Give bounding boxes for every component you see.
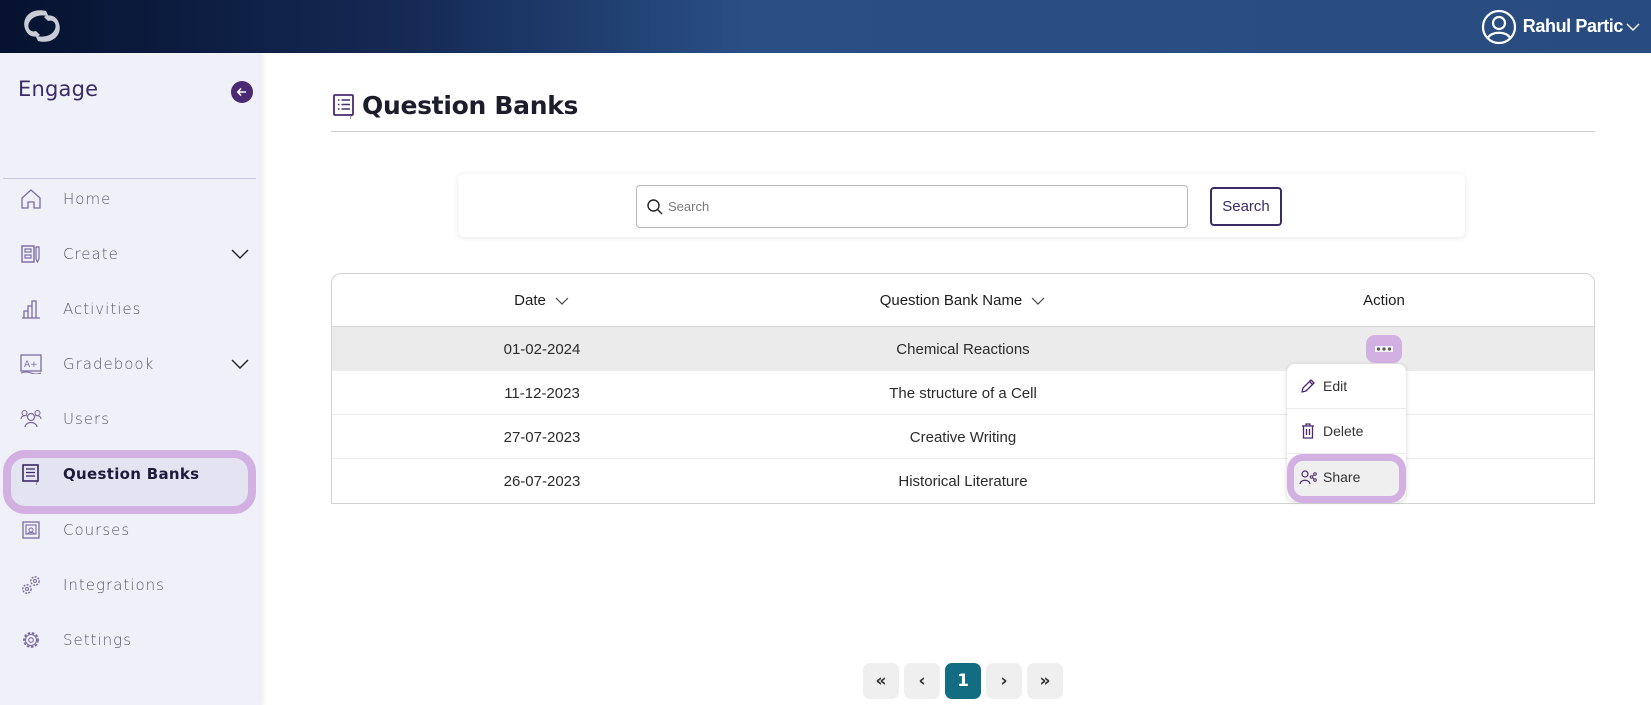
search-panel: Search [458,174,1465,237]
arrow-left-icon [236,87,246,97]
column-header-action: Action [1363,292,1405,309]
page-title: ? Question Banks [332,91,578,120]
gear-icon [19,628,43,652]
next-page-button[interactable]: › [986,663,1022,699]
sidebar-brand: Engage [18,77,99,101]
last-page-button[interactable]: » [1027,663,1063,699]
collapse-sidebar-button[interactable] [231,81,253,103]
menu-item-share[interactable]: Share [1287,453,1406,503]
search-icon [647,198,663,214]
app-logo[interactable] [16,5,68,47]
courses-icon [19,518,43,542]
column-header-date[interactable]: Date [332,274,752,327]
table-header: Date Question Bank Name Action [332,274,1594,327]
chevron-down-icon[interactable] [229,243,251,265]
sidebar-item-home[interactable]: Home [0,177,262,221]
search-field[interactable] [636,185,1188,228]
row-actions-button[interactable] [1366,335,1402,363]
create-icon [19,242,43,266]
cell-date: 27-07-2023 [503,428,581,446]
question-list-icon: ? [333,93,354,119]
share-users-icon [1299,470,1317,485]
menu-item-edit[interactable]: Edit [1287,364,1406,408]
chevron-down-icon[interactable] [229,353,251,375]
user-menu[interactable]: Rahul Partic [1481,0,1651,53]
sidebar-item-integrations[interactable]: Integrations [0,563,262,607]
page-1-button[interactable]: 1 [945,663,981,699]
user-name: Rahul Partic [1522,16,1624,36]
bar-chart-icon [19,297,43,321]
trash-icon [1302,423,1314,439]
sidebar-item-create[interactable]: Create [0,232,262,276]
sidebar-item-question-banks[interactable]: ? Question Banks [0,450,262,514]
gears-icon [19,573,43,597]
menu-item-delete[interactable]: Delete [1287,409,1406,453]
title-divider [331,131,1595,132]
svg-text:A+: A+ [24,360,38,370]
cell-date: 11-12-2023 [504,384,580,402]
cell-name: Historical Literature [898,472,1028,490]
home-icon [19,187,43,211]
sidebar-item-activities[interactable]: Activities [0,287,262,331]
sidebar: Engage Home Create Activities A+ Gradebo… [0,53,262,705]
more-horizontal-icon [1375,346,1393,352]
first-page-button[interactable]: « [863,663,899,699]
cell-date: 01-02-2024 [503,340,581,358]
svg-text:?: ? [35,480,38,485]
cell-name: The structure of a Cell [889,384,1037,402]
cell-date: 26-07-2023 [503,472,581,490]
prev-page-button[interactable]: ‹ [904,663,940,699]
cell-name: Chemical Reactions [896,340,1030,358]
chevron-down-icon [1626,23,1640,31]
top-bar: Rahul Partic [0,0,1651,53]
column-header-name[interactable]: Question Bank Name [752,274,1174,327]
sort-chevron-icon[interactable] [1030,293,1046,309]
sidebar-item-users[interactable]: Users [0,397,262,441]
search-button[interactable]: Search [1210,187,1282,226]
sort-chevron-icon[interactable] [554,293,570,309]
pencil-icon [1301,379,1315,393]
sidebar-item-gradebook[interactable]: A+ Gradebook [0,342,262,386]
search-input[interactable] [668,199,1168,214]
main-content: ? Question Banks Search Date Question Ba… [262,53,1651,705]
pagination: « ‹ 1 › » [863,663,1063,699]
users-icon [19,407,43,431]
sidebar-item-settings[interactable]: Settings [0,618,262,662]
svg-text:?: ? [349,113,353,119]
sidebar-item-courses[interactable]: Courses [0,508,262,552]
user-circle-icon [1481,9,1516,44]
gradebook-icon: A+ [19,352,43,376]
question-list-icon: ? [19,462,43,486]
row-action-menu: Edit Delete Share [1287,364,1406,503]
cell-name: Creative Writing [909,428,1017,446]
